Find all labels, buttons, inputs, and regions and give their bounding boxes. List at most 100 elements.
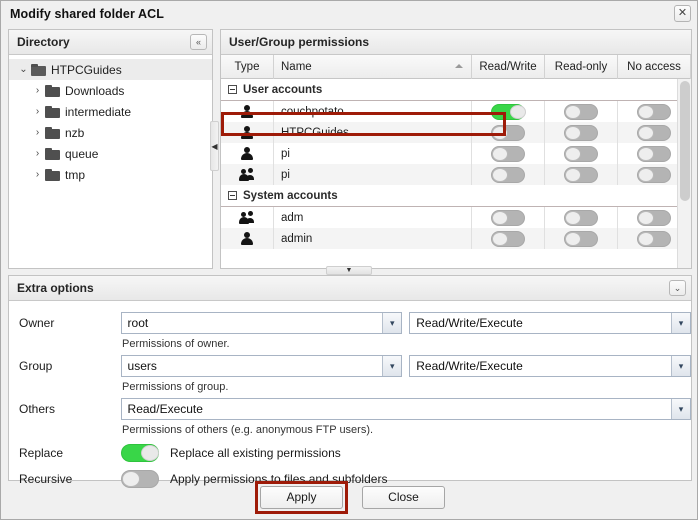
acl-dialog: Modify shared folder ACL ✕ Directory « ⌄…: [0, 0, 698, 520]
chevron-right-icon[interactable]: ›: [31, 127, 44, 138]
user-icon: [239, 232, 255, 246]
user-icon: [239, 105, 255, 119]
no-access-toggle[interactable]: [637, 104, 671, 120]
group-icon: [239, 211, 255, 225]
group-permission-select[interactable]: Read/Write/Execute ▾: [409, 355, 691, 377]
toggle-knob: [492, 211, 508, 225]
tree-item-nzb[interactable]: ›nzb: [9, 122, 212, 143]
column-header-type[interactable]: Type: [221, 55, 274, 79]
chevron-right-icon[interactable]: ›: [31, 106, 44, 117]
table-vertical-scrollbar[interactable]: [677, 79, 691, 268]
cell-name: pi: [274, 143, 472, 164]
owner-permission-select[interactable]: Read/Write/Execute ▾: [409, 312, 691, 334]
extra-options-panel: Extra options ⌄ Owner root ▾ Read/Write/…: [8, 275, 692, 481]
chevron-down-icon[interactable]: ▾: [671, 356, 690, 376]
others-row: Others Read/Execute ▾: [9, 397, 691, 421]
table-row[interactable]: HTPCGuides: [221, 122, 691, 143]
chevron-down-icon[interactable]: ▾: [382, 313, 401, 333]
chevron-down-icon[interactable]: ▾: [671, 399, 690, 419]
no-access-toggle[interactable]: [637, 167, 671, 183]
collapse-left-icon[interactable]: «: [190, 34, 207, 50]
horizontal-splitter[interactable]: ▼: [326, 266, 372, 275]
no-access-toggle[interactable]: [637, 210, 671, 226]
close-button[interactable]: Close: [362, 486, 445, 509]
table-row[interactable]: adm: [221, 207, 691, 228]
cell-name: pi: [274, 164, 472, 185]
read-only-toggle[interactable]: [564, 104, 598, 120]
tree-item-label: HTPCGuides: [51, 63, 122, 77]
user-icon: [239, 126, 255, 140]
read-only-toggle[interactable]: [564, 167, 598, 183]
read-only-toggle[interactable]: [564, 231, 598, 247]
table-row[interactable]: pi: [221, 143, 691, 164]
others-permission-value: Read/Execute: [128, 402, 203, 416]
no-access-toggle[interactable]: [637, 146, 671, 162]
table-row[interactable]: pi: [221, 164, 691, 185]
cell-type: [221, 143, 274, 164]
toggle-knob: [510, 105, 526, 119]
column-header-read-write[interactable]: Read/Write: [472, 55, 545, 79]
tree-item-htpcguides[interactable]: ⌄ HTPCGuides: [9, 59, 212, 80]
toggle-knob: [492, 147, 508, 161]
tree-item-intermediate[interactable]: › intermediate: [9, 101, 212, 122]
column-header-name[interactable]: Name: [274, 55, 472, 79]
collapse-minus-icon[interactable]: [228, 85, 237, 94]
replace-toggle[interactable]: [121, 444, 159, 462]
read-write-toggle[interactable]: [491, 210, 525, 226]
read-write-toggle[interactable]: [491, 125, 525, 141]
owner-select-value: root: [128, 316, 149, 330]
vertical-splitter[interactable]: ◀: [210, 121, 219, 171]
read-only-toggle[interactable]: [564, 125, 598, 141]
others-permission-select[interactable]: Read/Execute ▾: [121, 398, 691, 420]
chevron-down-icon[interactable]: ⌄: [669, 280, 686, 296]
cell-read-only: [545, 101, 618, 122]
toggle-knob: [565, 126, 581, 140]
group-header-user-accounts[interactable]: User accounts: [221, 79, 691, 101]
chevron-right-icon[interactable]: ›: [31, 85, 44, 96]
cell-type: [221, 122, 274, 143]
chevron-right-icon[interactable]: ›: [31, 148, 44, 159]
group-select[interactable]: users ▾: [121, 355, 403, 377]
tree-item-label: intermediate: [65, 105, 131, 119]
cell-read-only: [545, 207, 618, 228]
read-only-toggle[interactable]: [564, 146, 598, 162]
cell-name: adm: [274, 207, 472, 228]
table-row[interactable]: admin: [221, 228, 691, 249]
folder-icon: [45, 127, 60, 139]
chevron-down-icon[interactable]: ⌄: [17, 64, 30, 75]
group-select-value: users: [128, 359, 157, 373]
extra-options-header: Extra options ⌄: [9, 276, 691, 301]
cell-type: [221, 228, 274, 249]
no-access-toggle[interactable]: [637, 125, 671, 141]
cell-read-write: [472, 143, 545, 164]
read-write-toggle[interactable]: [491, 104, 525, 120]
folder-icon: [45, 85, 60, 97]
toggle-knob: [565, 168, 581, 182]
tree-item-downloads[interactable]: ›Downloads: [9, 80, 212, 101]
tree-item-tmp[interactable]: ›tmp: [9, 164, 212, 185]
chevron-right-icon[interactable]: ›: [31, 169, 44, 180]
collapse-minus-icon[interactable]: [228, 191, 237, 200]
read-write-toggle[interactable]: [491, 146, 525, 162]
read-only-toggle[interactable]: [564, 210, 598, 226]
dialog-title: Modify shared folder ACL: [10, 7, 164, 21]
chevron-down-icon[interactable]: ▾: [382, 356, 401, 376]
no-access-toggle[interactable]: [637, 231, 671, 247]
close-icon[interactable]: ✕: [674, 5, 691, 22]
group-header-system-accounts[interactable]: System accounts: [221, 185, 691, 207]
tree-item-queue[interactable]: ›queue: [9, 143, 212, 164]
cell-read-write: [472, 164, 545, 185]
owner-select[interactable]: root ▾: [121, 312, 403, 334]
table-row[interactable]: couchpotato: [221, 101, 691, 122]
apply-button[interactable]: Apply: [260, 486, 343, 509]
column-header-no-access[interactable]: No access: [618, 55, 691, 79]
apply-button-highlight: Apply: [255, 481, 348, 514]
group-permission-value: Read/Write/Execute: [416, 359, 523, 373]
others-label: Others: [9, 402, 121, 416]
read-write-toggle[interactable]: [491, 231, 525, 247]
column-header-read-only[interactable]: Read-only: [545, 55, 618, 79]
read-write-toggle[interactable]: [491, 167, 525, 183]
cell-read-only: [545, 122, 618, 143]
scrollbar-thumb[interactable]: [680, 81, 690, 201]
chevron-down-icon[interactable]: ▾: [671, 313, 690, 333]
